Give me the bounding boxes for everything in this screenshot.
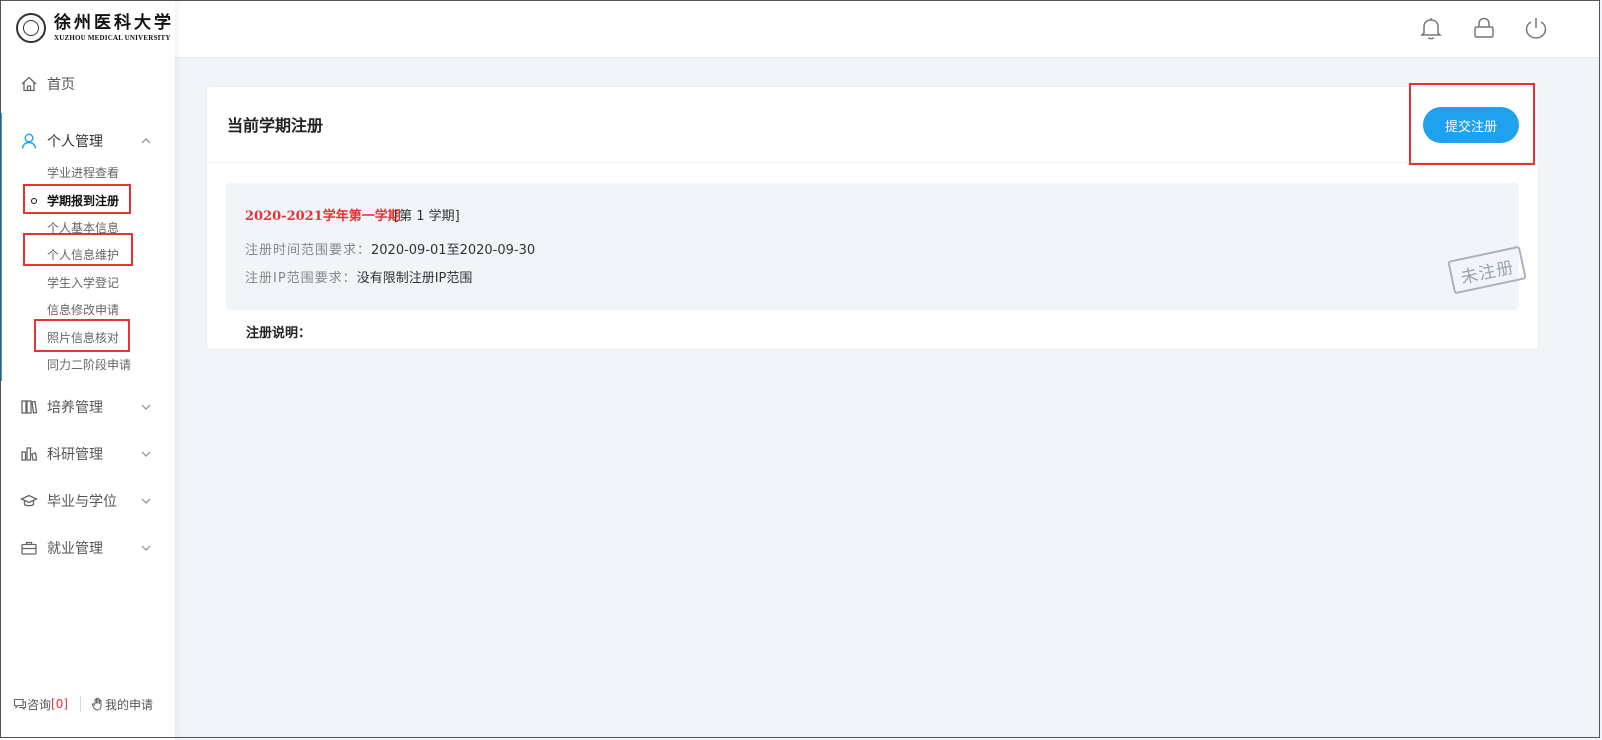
- sidebar-item-home[interactable]: 首页: [0, 69, 175, 99]
- footer-divider: [80, 696, 81, 712]
- university-name-en: XUZHOU MEDICAL UNIVERSITY: [54, 33, 171, 42]
- my-application-link[interactable]: 我的申请: [91, 696, 153, 713]
- consult-label: 咨询: [27, 697, 52, 712]
- sidebar-item-graduation[interactable]: 毕业与学位: [0, 486, 175, 516]
- bell-icon[interactable]: [1418, 15, 1444, 41]
- registration-ip-value: 没有限制注册IP范围: [356, 271, 473, 286]
- term-name: 2020-2021学年第一学期: [245, 209, 401, 224]
- sidebar-item-label: 就业管理: [47, 541, 103, 557]
- sidebar-subitem-modify-request[interactable]: 信息修改申请: [47, 300, 119, 320]
- sidebar-subitem-stage-two[interactable]: 同力二阶段申请: [47, 355, 131, 375]
- sidebar-item-personal[interactable]: 个人管理: [0, 126, 175, 156]
- status-stamp: 未注册: [1447, 245, 1527, 295]
- sidebar-item-label: 科研管理: [47, 447, 103, 463]
- chevron-up-icon: [139, 134, 153, 148]
- graduation-cap-icon: [20, 492, 38, 510]
- sidebar-subitem-enrollment[interactable]: 学生入学登记: [47, 273, 119, 293]
- user-icon: [20, 132, 38, 150]
- term-index: [第 1 学期]: [394, 209, 460, 224]
- sidebar-subitem-photo-check[interactable]: 照片信息核对: [47, 328, 119, 348]
- sidebar-item-label: 首页: [47, 77, 75, 93]
- registration-card: 当前学期注册 提交注册 2020-2021学年第一学期 [第 1 学期] 注册时…: [207, 87, 1538, 349]
- sidebar-subitem-progress[interactable]: 学业进程查看: [47, 163, 119, 183]
- my-application-label: 我的申请: [105, 697, 154, 712]
- power-icon[interactable]: [1523, 15, 1549, 41]
- selected-dot-icon: [31, 198, 37, 204]
- divider: [207, 162, 1538, 163]
- briefcase-icon: [20, 539, 38, 557]
- sidebar-subitem-basic-info[interactable]: 个人基本信息: [47, 218, 119, 238]
- sidebar-item-label: 个人管理: [47, 134, 103, 150]
- top-bar: [175, 0, 1600, 58]
- home-icon: [20, 75, 38, 93]
- submit-registration-button[interactable]: 提交注册: [1423, 107, 1519, 143]
- chevron-down-icon: [139, 494, 153, 508]
- sidebar-item-training[interactable]: 培养管理: [0, 392, 175, 422]
- chevron-down-icon: [139, 541, 153, 555]
- chevron-down-icon: [139, 447, 153, 461]
- chat-icon: [13, 698, 27, 711]
- chevron-down-icon: [139, 400, 153, 414]
- hand-icon: [91, 697, 102, 711]
- page-title: 当前学期注册: [227, 116, 324, 135]
- registration-ip-label: 注册IP范围要求：: [245, 271, 357, 286]
- registration-time-value: 2020-09-01至2020-09-30: [371, 243, 536, 258]
- sidebar: 徐州医科大学 XUZHOU MEDICAL UNIVERSITY 首页 个人管理…: [0, 0, 175, 740]
- university-seal-icon: [16, 13, 46, 43]
- sidebar-footer: 咨询 [0] 我的申请: [0, 690, 175, 718]
- registration-notes-title: 注册说明：: [246, 326, 312, 341]
- consult-count: [0]: [51, 697, 69, 711]
- registration-time-row: 注册时间范围要求：2020-09-01至2020-09-30: [245, 239, 535, 258]
- registration-time-label: 注册时间范围要求：: [245, 243, 372, 258]
- sidebar-subitem-term-registration[interactable]: 学期报到注册: [47, 191, 119, 211]
- university-logo[interactable]: 徐州医科大学 XUZHOU MEDICAL UNIVERSITY: [16, 10, 174, 46]
- consult-link[interactable]: 咨询 [0]: [13, 696, 68, 713]
- term-info-panel: 2020-2021学年第一学期 [第 1 学期] 注册时间范围要求：2020-0…: [226, 183, 1527, 310]
- sidebar-item-employment[interactable]: 就业管理: [0, 533, 175, 563]
- books-icon: [20, 398, 38, 416]
- sidebar-subitem-info-maintenance[interactable]: 个人信息维护: [47, 245, 119, 265]
- research-icon: [20, 445, 38, 463]
- sidebar-item-label: 培养管理: [47, 400, 103, 416]
- university-name-cn: 徐州医科大学: [54, 12, 174, 33]
- sidebar-item-research[interactable]: 科研管理: [0, 439, 175, 469]
- sidebar-item-label: 毕业与学位: [47, 494, 117, 510]
- registration-ip-row: 注册IP范围要求：没有限制注册IP范围: [245, 267, 472, 286]
- lock-icon[interactable]: [1471, 15, 1497, 41]
